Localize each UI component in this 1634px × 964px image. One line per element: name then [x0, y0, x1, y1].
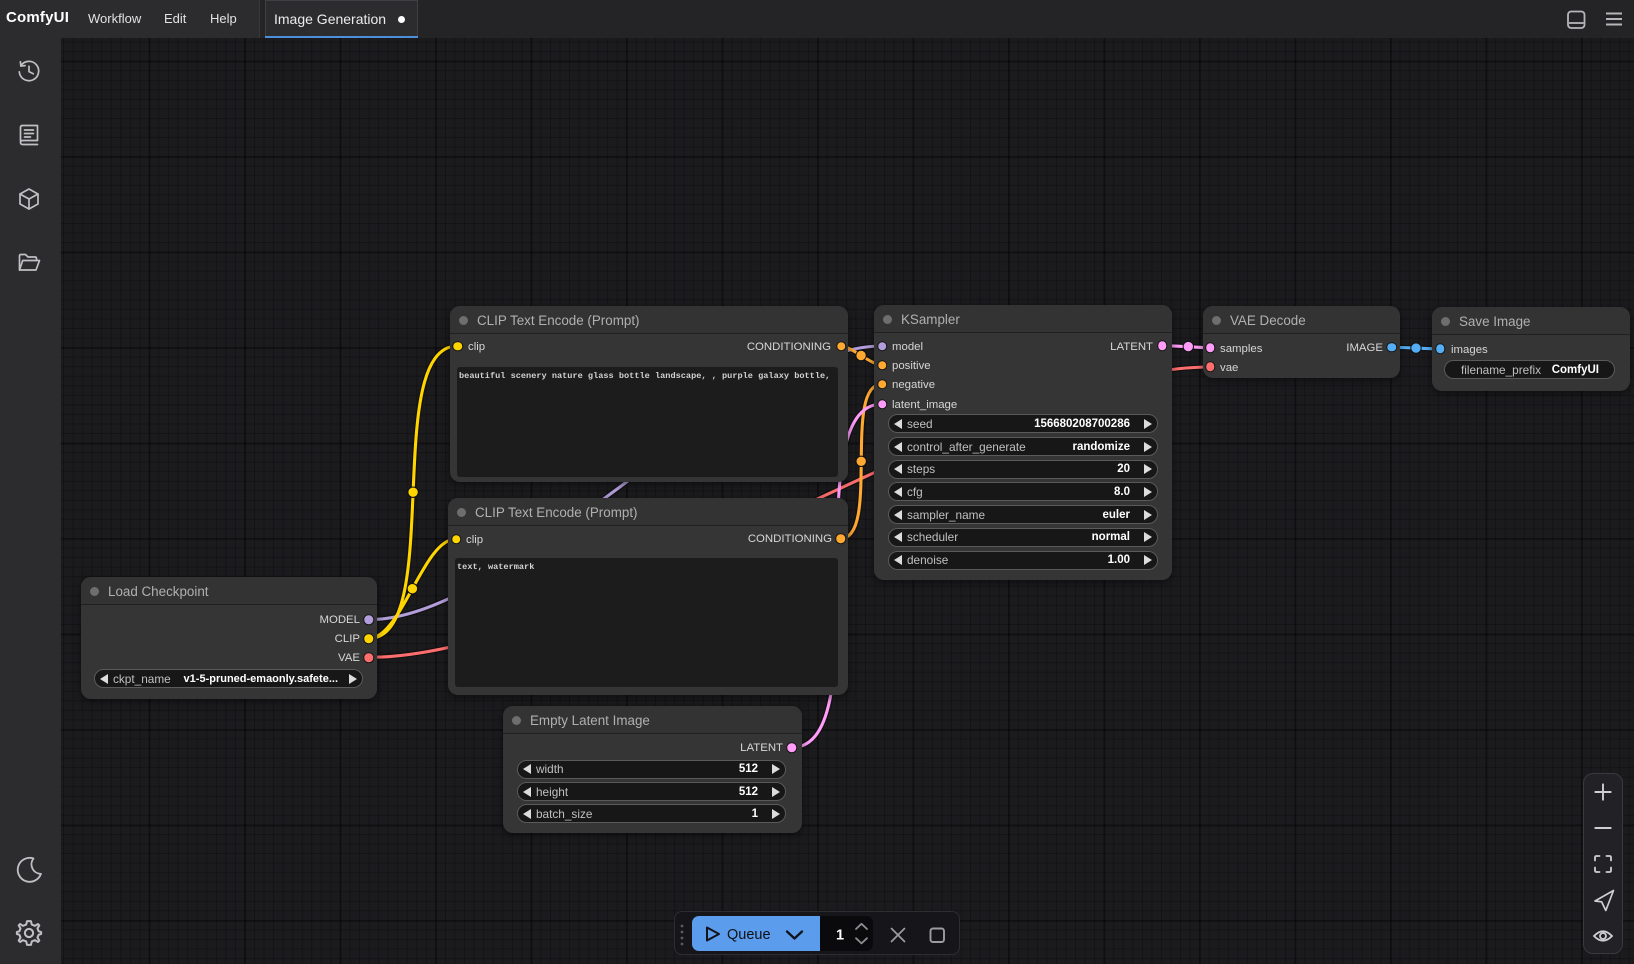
svg-text:Queue: Queue: [727, 927, 771, 943]
svg-text:1: 1: [836, 928, 844, 944]
